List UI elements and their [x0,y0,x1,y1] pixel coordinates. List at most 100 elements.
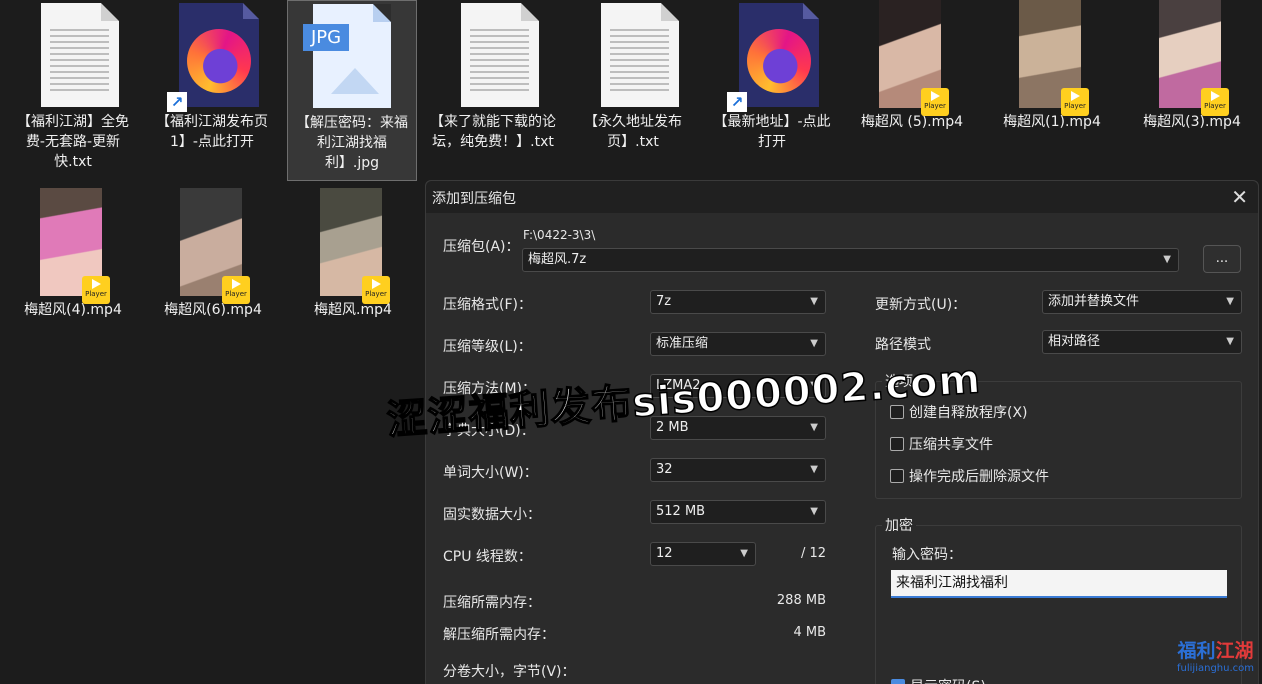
archive-path: F:\0422-3\3\ [523,228,596,242]
file-label: 【永久地址发布页】.txt [584,114,682,150]
file-item[interactable]: ↗ 【福利江湖发布页1】-点此打开 [147,0,277,152]
file-label: 梅超风 (5).mp4 [860,114,964,130]
mem-comp-label: 压缩所需内存： [443,595,541,611]
image-file-icon: JPG [303,4,391,108]
solid-select[interactable]: 512 MB ▼ [650,500,826,524]
file-label: 梅超风(4).mp4 [24,302,122,318]
file-label: 【福利江湖】全免费-无套路-更新快.txt [17,114,129,170]
chevron-down-icon: ▼ [810,506,818,517]
file-item[interactable]: Player 梅超风(6).mp4 [148,188,278,320]
shortcut-arrow-icon: ↗ [727,92,747,112]
archive-name-combobox[interactable]: 梅超风.7z ▼ [522,248,1179,272]
cpu-total: / 12 [800,546,826,561]
file-label: 梅超风.mp4 [314,302,392,318]
file-label: 梅超风(1).mp4 [1003,114,1101,130]
video-thumbnail: Player [180,188,250,304]
jpg-badge: JPG [303,24,350,51]
file-label: 【福利江湖发布页1】-点此打开 [156,114,268,150]
video-thumbnail: Player [320,188,390,304]
delete-source-checkbox[interactable]: 操作完成后删除源文件 [890,466,1049,486]
file-label: 【来了就能下载的论坛，纯免费！】.txt [430,114,556,150]
shortcut-arrow-icon: ↗ [167,92,187,112]
file-item[interactable]: ↗ 【最新地址】-点此打开 [707,0,837,152]
password-label: 输入密码： [892,547,962,563]
text-file-icon [461,3,539,107]
logo-url: fulijianghu.com [1177,663,1254,674]
checkbox-icon[interactable] [890,437,904,451]
chevron-down-icon: ▼ [810,338,818,349]
cpu-value: 12 [656,546,673,561]
update-value: 添加并替换文件 [1048,294,1140,309]
file-item[interactable]: Player 梅超风 (5).mp4 [847,0,977,132]
format-value: 7z [656,294,672,309]
file-item[interactable]: 【来了就能下载的论坛，纯免费！】.txt [428,0,558,152]
word-label: 单词大小(W)： [443,465,538,481]
file-item[interactable]: Player 梅超风.mp4 [288,188,418,320]
password-input[interactable]: 来福利江湖找福利 [891,570,1227,598]
split-label: 分卷大小，字节(V)： [443,664,576,680]
video-thumbnail: Player [1159,0,1229,116]
show-password-label: 显示密码(S) [910,676,986,684]
chevron-down-icon: ▼ [740,548,748,559]
text-file-icon [41,3,119,107]
player-badge-icon: Player [921,88,949,116]
mem-decomp-value: 4 MB [793,625,826,640]
player-badge-icon: Player [1061,88,1089,116]
video-thumbnail: Player [879,0,949,116]
logo-text-a: 福利 [1177,640,1216,662]
level-value: 标准压缩 [656,336,709,351]
file-item[interactable]: 【永久地址发布页】.txt [568,0,698,152]
checkbox-checked-icon[interactable] [891,679,905,684]
chevron-down-icon: ▼ [810,464,818,475]
level-select[interactable]: 标准压缩 ▼ [650,332,826,356]
logo-text-b: 江湖 [1215,640,1254,662]
dialog-titlebar[interactable]: 添加到压缩包 ✕ [426,181,1258,213]
firefox-icon [179,3,259,107]
chevron-down-icon: ▼ [810,422,818,433]
checkbox-icon[interactable] [890,469,904,483]
delete-source-label: 操作完成后删除源文件 [909,469,1049,485]
file-label: 梅超风(6).mp4 [164,302,262,318]
word-select[interactable]: 32 ▼ [650,458,826,482]
encryption-title: 加密 [882,515,916,535]
update-select[interactable]: 添加并替换文件 ▼ [1042,290,1242,314]
file-item[interactable]: Player 梅超风(1).mp4 [987,0,1117,132]
video-thumbnail: Player [40,188,110,304]
chevron-down-icon: ▼ [1226,336,1234,347]
file-label: 【最新地址】-点此打开 [713,114,831,150]
level-label: 压缩等级(L)： [443,339,532,355]
format-label: 压缩格式(F)： [443,297,532,313]
chevron-down-icon: ▼ [810,296,818,307]
cpu-label: CPU 线程数： [443,549,532,565]
word-value: 32 [656,462,673,477]
chevron-down-icon: ▼ [1226,296,1234,307]
video-thumbnail: Player [1019,0,1089,116]
close-icon[interactable]: ✕ [1231,185,1248,209]
file-item[interactable]: Player 梅超风(4).mp4 [8,188,138,320]
dialog-title: 添加到压缩包 [432,191,516,207]
player-badge-icon: Player [1201,88,1229,116]
show-password-checkbox[interactable]: 显示密码(S) [891,676,986,684]
mem-comp-value: 288 MB [776,593,826,608]
archive-name-value: 梅超风.7z [528,252,587,267]
cpu-select[interactable]: 12 ▼ [650,542,756,566]
file-label: 【解压密码：来福利江湖找福利】.jpg [296,115,408,171]
player-badge-icon: Player [82,276,110,304]
browse-button[interactable]: ... [1203,245,1241,273]
shared-checkbox[interactable]: 压缩共享文件 [890,434,993,454]
file-label: 梅超风(3).mp4 [1143,114,1241,130]
chevron-down-icon[interactable]: ▼ [1163,249,1171,271]
file-item-selected[interactable]: JPG 【解压密码：来福利江湖找福利】.jpg [287,0,417,181]
format-select[interactable]: 7z ▼ [650,290,826,314]
solid-value: 512 MB [656,504,706,519]
firefox-icon [739,3,819,107]
file-item[interactable]: 【福利江湖】全免费-无套路-更新快.txt [8,0,138,172]
player-badge-icon: Player [362,276,390,304]
file-item[interactable]: Player 梅超风(3).mp4 [1127,0,1257,132]
path-mode-value: 相对路径 [1048,334,1101,349]
text-file-icon [601,3,679,107]
path-mode-select[interactable]: 相对路径 ▼ [1042,330,1242,354]
archive-label: 压缩包(A)： [443,239,520,255]
solid-label: 固实数据大小： [443,507,541,523]
player-badge-icon: Player [222,276,250,304]
